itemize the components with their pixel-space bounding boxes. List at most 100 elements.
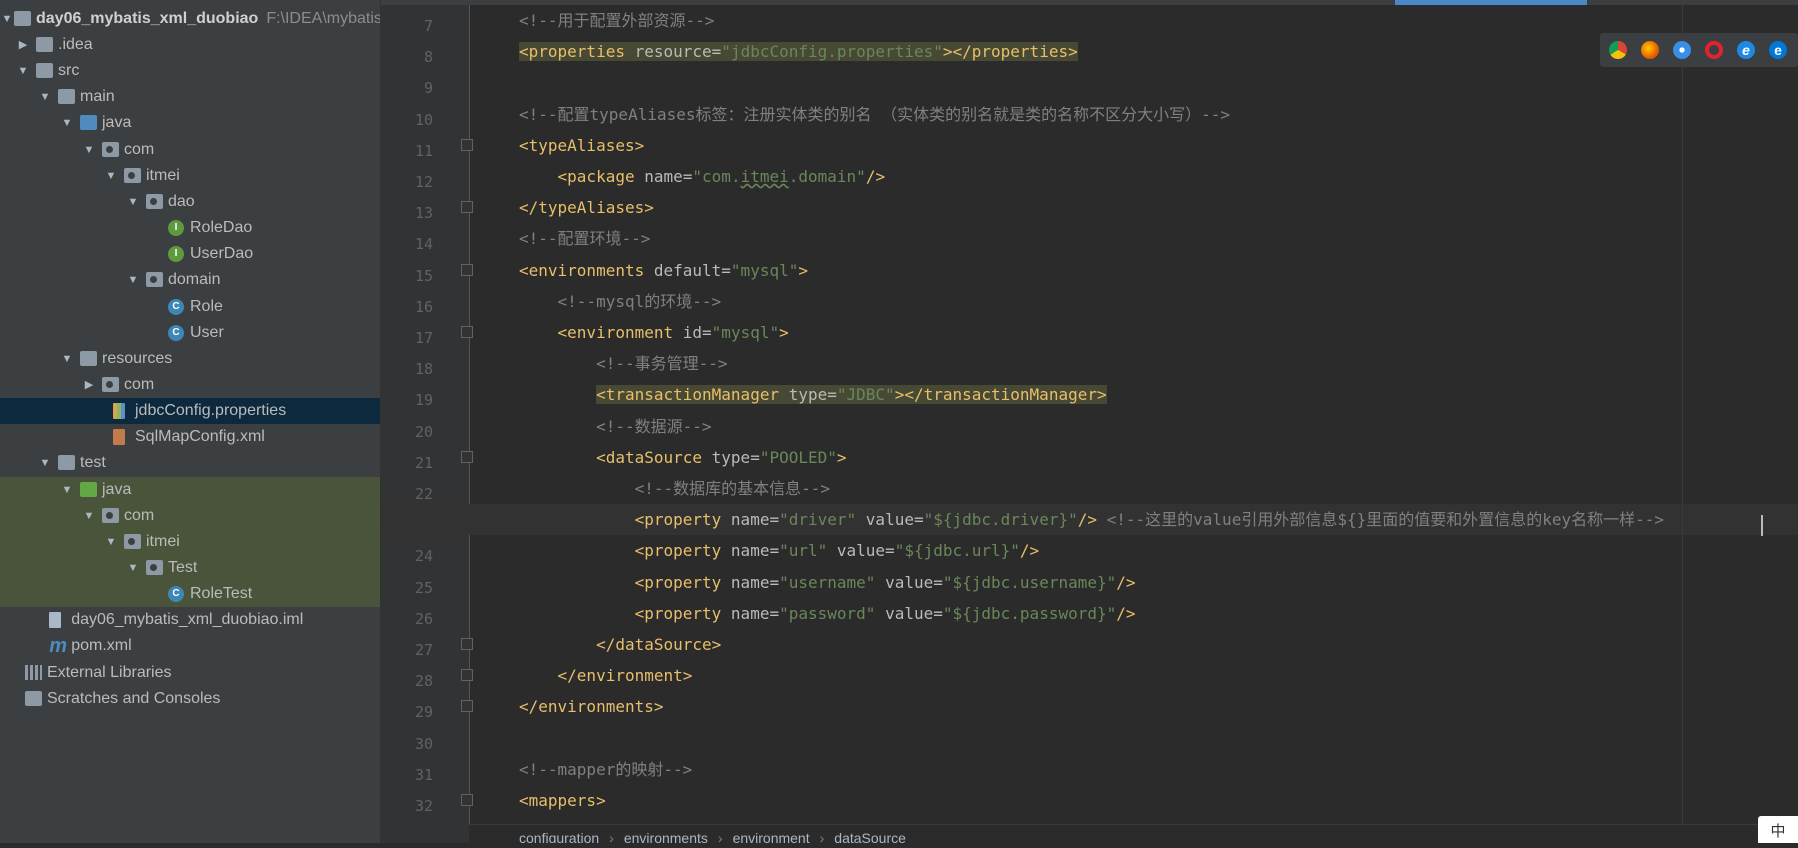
tree-item-idea[interactable]: ▶ .idea	[0, 32, 380, 58]
code-token: <!--用于配置外部资源-->	[519, 11, 715, 30]
tree-item-userdao[interactable]: I UserDao	[0, 241, 380, 267]
code-token: <!--数据库的基本信息-->	[634, 479, 831, 498]
chevron-down-icon[interactable]: ▼	[38, 450, 52, 476]
chevron-right-icon[interactable]: ▶	[82, 372, 96, 398]
code-line[interactable]: <!--用于配置外部资源-->	[381, 5, 1798, 36]
tree-item-scratches-and-consoles[interactable]: Scratches and Consoles	[0, 686, 380, 712]
tree-item-com-resources[interactable]: ▶ com	[0, 372, 380, 398]
code-token: <!--配置环境-->	[519, 229, 651, 249]
code-line[interactable]: <!--mapper的映射-->	[381, 754, 1798, 785]
breadcrumb-item[interactable]: configuration	[519, 830, 599, 843]
tree-item-src[interactable]: ▼ src	[0, 58, 380, 84]
chevron-down-icon[interactable]: ▼	[104, 529, 118, 555]
code-editor[interactable]: 7891011121314151617181920212223242526272…	[381, 0, 1798, 843]
tree-item-label: RoleTest	[190, 585, 253, 603]
code-line[interactable]: <property name="url" value="${jdbc.url}"…	[381, 535, 1798, 566]
chevron-down-icon[interactable]: ▼	[82, 137, 96, 163]
tree-item-roledao[interactable]: I RoleDao	[0, 215, 380, 241]
code-line[interactable]: <transactionManager type="JDBC"></transa…	[381, 379, 1798, 410]
chevron-down-icon[interactable]: ▼	[126, 555, 140, 581]
tree-item-itmei[interactable]: ▼ itmei	[0, 163, 380, 189]
tree-item-external-libraries[interactable]: External Libraries	[0, 660, 380, 686]
tree-root-row[interactable]: ▼ day06_mybatis_xml_duobiao F:\IDEA\mybat…	[0, 6, 380, 32]
tree-item-com[interactable]: ▼ com	[0, 137, 380, 163]
tree-item-domain[interactable]: ▼ domain	[0, 267, 380, 293]
chevron-down-icon[interactable]: ▼	[0, 6, 14, 32]
tree-item-iml-file[interactable]: day06_mybatis_xml_duobiao.iml	[0, 607, 380, 633]
code-token: value=	[836, 541, 895, 561]
code-line[interactable]	[381, 723, 1798, 754]
internet-explorer-icon[interactable]: e	[1737, 41, 1755, 59]
tree-item-itmei-test[interactable]: ▼ itmei	[0, 528, 380, 555]
tree-item-role[interactable]: C Role	[0, 294, 380, 320]
tree-item-test[interactable]: ▼ test	[0, 450, 380, 476]
code-line[interactable]: </typeAliases>	[381, 192, 1798, 223]
edge-icon[interactable]: e	[1769, 41, 1787, 59]
code-line[interactable]: <!--数据库的基本信息-->	[381, 473, 1798, 504]
code-line[interactable]: <property name="username" value="${jdbc.…	[381, 567, 1798, 598]
tree-item-pom-xml[interactable]: m pom.xml	[0, 633, 380, 659]
breadcrumb-item[interactable]: environment	[733, 830, 810, 843]
tree-item-label: itmei	[146, 532, 180, 550]
tree-item-roletest[interactable]: C RoleTest	[0, 581, 380, 608]
tree-item-user[interactable]: C User	[0, 320, 380, 346]
ime-indicator[interactable]: 中	[1758, 816, 1798, 843]
interface-icon: I	[168, 246, 184, 263]
chevron-down-icon[interactable]: ▼	[60, 110, 74, 136]
tree-item-jdbcconfig-properties[interactable]: jdbcConfig.properties	[0, 398, 380, 425]
code-line[interactable]: <property name="password" value="${jdbc.…	[381, 598, 1798, 629]
chevron-down-icon[interactable]: ▼	[126, 189, 140, 215]
code-line[interactable]: <properties resource="jdbcConfig.propert…	[381, 36, 1798, 67]
chevron-down-icon[interactable]: ▼	[126, 267, 140, 293]
code-line[interactable]: <property name="driver" value="${jdbc.dr…	[381, 504, 1798, 536]
code-line[interactable]: <dataSource type="POOLED">	[381, 442, 1798, 473]
firefox-icon[interactable]	[1641, 41, 1659, 59]
opera-icon[interactable]	[1705, 41, 1723, 59]
code-line[interactable]: <package name="com.itmei.domain"/>	[381, 161, 1798, 192]
chevron-right-icon[interactable]: ▶	[16, 32, 30, 58]
tree-item-label: java	[102, 114, 132, 132]
tree-item-dao[interactable]: ▼ dao	[0, 189, 380, 215]
code-line[interactable]: <mappers>	[381, 785, 1798, 816]
code-line[interactable]: </environment>	[381, 660, 1798, 691]
code-line[interactable]: <environment id="mysql">	[381, 317, 1798, 348]
code-line[interactable]: </environments>	[381, 691, 1798, 722]
code-line[interactable]: <!--配置环境-->	[381, 223, 1798, 254]
tree-item-sqlmapconfig-xml[interactable]: SqlMapConfig.xml	[0, 424, 380, 450]
tree-item-com-test[interactable]: ▼ com	[0, 502, 380, 529]
code-line[interactable]	[381, 67, 1798, 98]
breadcrumb-item[interactable]: dataSource	[834, 830, 906, 843]
breadcrumb-item[interactable]: environments	[624, 830, 708, 843]
class-icon: C	[168, 586, 184, 603]
tree-item-main[interactable]: ▼ main	[0, 84, 380, 110]
code-line[interactable]: <!--mysql的环境-->	[381, 286, 1798, 317]
code-line[interactable]: <!--数据源-->	[381, 411, 1798, 442]
code-line[interactable]: <environments default="mysql">	[381, 255, 1798, 286]
tree-item-java[interactable]: ▼ java	[0, 110, 380, 136]
code-line[interactable]: <!--事务管理-->	[381, 348, 1798, 379]
code-line[interactable]: </dataSource>	[381, 629, 1798, 660]
code-token: "password"	[779, 603, 886, 623]
chrome-icon[interactable]	[1609, 41, 1627, 59]
chevron-down-icon[interactable]: ▼	[60, 477, 74, 503]
code-line[interactable]: <typeAliases>	[381, 130, 1798, 161]
code-token: default=	[653, 260, 731, 280]
code-token: "driver"	[779, 510, 866, 530]
code-line-text: <!--mapper的映射-->	[519, 754, 692, 785]
code-token: <environment	[557, 323, 683, 342]
safari-icon[interactable]	[1673, 41, 1691, 59]
text-caret	[1761, 515, 1763, 536]
code-line[interactable]: <!--配置typeAliases标签：注册实体类的别名 （实体类的别名就是类的…	[381, 99, 1798, 130]
chevron-down-icon[interactable]: ▼	[60, 346, 74, 372]
tree-item-label: src	[58, 62, 80, 80]
chevron-down-icon[interactable]: ▼	[38, 84, 52, 110]
chevron-down-icon[interactable]: ▼	[104, 163, 118, 189]
code-token: "mysql"	[711, 323, 780, 342]
chevron-down-icon[interactable]: ▼	[16, 58, 30, 84]
tree-item-resources[interactable]: ▼ resources	[0, 346, 380, 372]
tree-item-java-test[interactable]: ▼ java	[0, 476, 380, 503]
tree-item-test-package[interactable]: ▼ Test	[0, 555, 380, 581]
chevron-down-icon[interactable]: ▼	[82, 503, 96, 529]
